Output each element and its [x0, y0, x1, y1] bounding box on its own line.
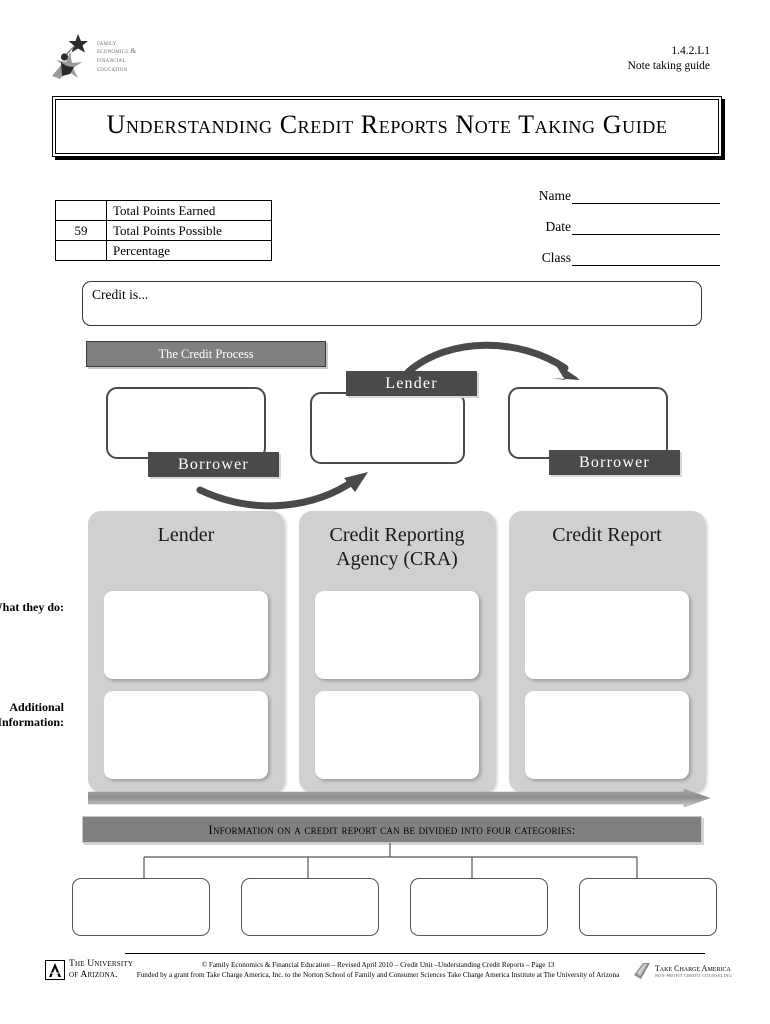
name-input[interactable] — [572, 190, 720, 204]
copyright-line: © Family Economics & Financial Education… — [201, 961, 555, 969]
credit-is-prompt: Credit is... — [92, 287, 149, 302]
credit-report-additional-info-box[interactable] — [525, 691, 689, 779]
page-title: Understanding Credit Reports Note Taking… — [106, 110, 668, 139]
column-title-lender: Lender — [157, 524, 215, 546]
table-row: 59 Total Points Possible — [55, 220, 272, 241]
category-box-1[interactable] — [72, 878, 210, 936]
points-earned-value[interactable] — [55, 200, 107, 221]
name-row: Name — [505, 188, 720, 204]
cra-what-they-do-box[interactable] — [315, 591, 479, 679]
fefe-logo: Family Economics & Financial Education — [48, 32, 183, 80]
column-lender: Lender — [88, 511, 284, 792]
row-label-what-they-do: What they do: — [0, 600, 64, 614]
lender-additional-info-box[interactable] — [104, 691, 268, 779]
university-line-2: of Arizona. — [69, 969, 118, 980]
credit-process-tag-borrower-1: Borrower — [148, 452, 279, 477]
credit-report-what-they-do-box[interactable] — [525, 591, 689, 679]
column-credit-report: Credit Report — [509, 511, 705, 792]
points-earned-label: Total Points Earned — [106, 200, 272, 221]
university-line-1: The University — [69, 959, 134, 969]
take-charge-america-logo-icon — [633, 963, 650, 979]
star-person-logo-icon — [48, 32, 94, 80]
cra-additional-info-box[interactable] — [315, 691, 479, 779]
doc-type: Note taking guide — [627, 60, 710, 72]
process-flow-arrow-icon — [87, 788, 711, 808]
credit-process-tag-borrower-2: Borrower — [549, 450, 680, 475]
footer-credits: © Family Economics & Financial Education… — [128, 960, 628, 980]
credit-process-banner: The Credit Process — [86, 341, 326, 367]
name-label: Name — [538, 188, 571, 203]
sponsor-tagline: NON-PROFIT CREDIT COUNSELING — [654, 973, 732, 978]
column-cra: Credit Reporting Agency (CRA) — [299, 511, 495, 792]
document-reference: 1.4.2.L1 Note taking guide — [628, 44, 710, 74]
points-possible-value[interactable]: 59 — [55, 220, 107, 241]
footer-divider — [125, 953, 705, 954]
credit-process-box-3[interactable] — [508, 387, 668, 459]
date-input[interactable] — [572, 221, 720, 235]
take-charge-america-logo: Take Charge America NON-PROFIT CREDIT CO… — [632, 962, 732, 980]
column-title-credit-report: Credit Report — [552, 524, 662, 546]
credit-process-tag-lender: Lender — [346, 371, 477, 396]
logo-line-4: Education — [97, 63, 128, 73]
funding-line: Funded by a grant from Take Charge Ameri… — [136, 971, 620, 979]
sponsor-text-block: Take Charge America NON-PROFIT CREDIT CO… — [655, 964, 732, 978]
category-box-2[interactable] — [241, 878, 379, 936]
lender-what-they-do-box[interactable] — [104, 591, 268, 679]
sponsor-name: Take Charge America — [654, 964, 731, 973]
date-label: Date — [545, 219, 571, 234]
percentage-label: Percentage — [106, 240, 272, 261]
category-box-4[interactable] — [579, 878, 717, 936]
category-box-3[interactable] — [410, 878, 548, 936]
class-input[interactable] — [572, 252, 720, 266]
info-categories-banner: Information on a credit report can be di… — [82, 816, 702, 843]
page-title-box: Understanding Credit Reports Note Taking… — [52, 96, 722, 157]
fefe-logo-text: Family Economics & Financial Education — [94, 38, 136, 73]
table-row: Total Points Earned — [55, 200, 272, 221]
class-label: Class — [541, 250, 571, 265]
university-of-arizona-logo: The University of Arizona. — [45, 959, 133, 980]
table-row: Percentage — [55, 240, 272, 261]
category-tree-connector — [60, 843, 720, 883]
arizona-a-logo-icon — [45, 959, 65, 980]
credit-is-answer-box[interactable]: Credit is... — [82, 281, 702, 326]
class-row: Class — [505, 250, 720, 266]
points-possible-label: Total Points Possible — [106, 220, 272, 241]
credit-process-box-2[interactable] — [310, 392, 465, 464]
doc-code: 1.4.2.L1 — [671, 45, 710, 57]
date-row: Date — [505, 219, 720, 235]
credit-process-box-1[interactable] — [106, 387, 266, 459]
percentage-value[interactable] — [55, 240, 107, 261]
column-title-cra: Credit Reporting Agency (CRA) — [329, 524, 465, 570]
university-name: The University of Arizona. — [69, 959, 133, 980]
student-info-fields: Name Date Class — [505, 188, 720, 281]
row-label-additional-information: Additional Information: — [0, 700, 64, 729]
document-page: Family Economics & Financial Education 1… — [0, 0, 770, 1024]
points-table: Total Points Earned 59 Total Points Poss… — [55, 200, 272, 261]
